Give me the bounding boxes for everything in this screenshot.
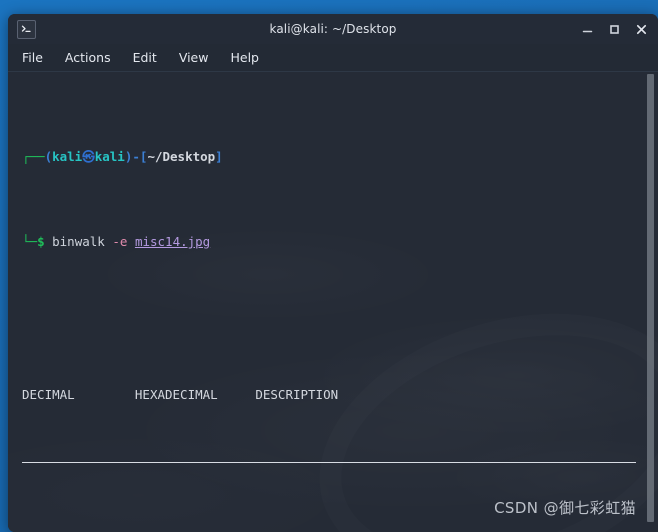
window-controls (581, 14, 648, 44)
close-button[interactable] (635, 23, 648, 36)
prompt-corner-top: ┌── (22, 149, 45, 164)
prompt-dash: - (132, 149, 140, 164)
menu-item-file[interactable]: File (22, 50, 43, 65)
table-header-rule-line (22, 454, 658, 471)
window-title: kali@kali: ~/Desktop (269, 22, 397, 36)
menu-bar: File Actions Edit View Help (8, 44, 658, 72)
prompt-open-paren: ( (44, 149, 53, 164)
terminal-output[interactable]: ┌──(kali㉿kali)-[~/Desktop] └─$ binwalk -… (8, 72, 658, 532)
prompt-user: kali (52, 149, 83, 164)
terminal-icon (17, 19, 36, 39)
menu-item-edit[interactable]: Edit (133, 50, 157, 65)
terminal-scrollbar[interactable] (647, 74, 654, 526)
menu-item-help[interactable]: Help (230, 50, 259, 65)
minimize-button[interactable] (581, 23, 594, 36)
command-line: └─$ binwalk -e misc14.jpg (22, 233, 658, 250)
prompt-host: kali (94, 149, 125, 164)
command-name: binwalk (52, 234, 105, 249)
command-flag: -e (112, 234, 128, 249)
terminal-window: kali@kali: ~/Desktop File Actions Edit V… (8, 14, 658, 532)
prompt-close-bracket: ] (215, 149, 223, 164)
table-header-rule (22, 462, 636, 463)
terminal-body[interactable]: ┌──(kali㉿kali)-[~/Desktop] └─$ binwalk -… (8, 72, 658, 532)
column-header-hexadecimal: HEXADECIMAL (134, 387, 218, 402)
table-header-row: DECIMAL HEXADECIMAL DESCRIPTION (22, 386, 658, 403)
column-header-decimal: DECIMAL (22, 387, 75, 402)
scrollbar-thumb[interactable] (647, 74, 654, 522)
maximize-button[interactable] (608, 23, 621, 36)
prompt-path: ~/Desktop (147, 149, 216, 164)
prompt-at-icon: ㉿ (82, 149, 95, 164)
desktop-background: kali@kali: ~/Desktop File Actions Edit V… (0, 0, 658, 532)
prompt-dollar: $ (37, 234, 45, 249)
menu-item-view[interactable]: View (179, 50, 209, 65)
menu-item-actions[interactable]: Actions (65, 50, 111, 65)
window-titlebar[interactable]: kali@kali: ~/Desktop (8, 14, 658, 44)
prompt-corner-bottom: └─ (22, 234, 38, 249)
command-file-argument: misc14.jpg (134, 234, 211, 249)
column-header-description: DESCRIPTION (255, 387, 339, 402)
prompt-line-top: ┌──(kali㉿kali)-[~/Desktop] (22, 148, 658, 165)
